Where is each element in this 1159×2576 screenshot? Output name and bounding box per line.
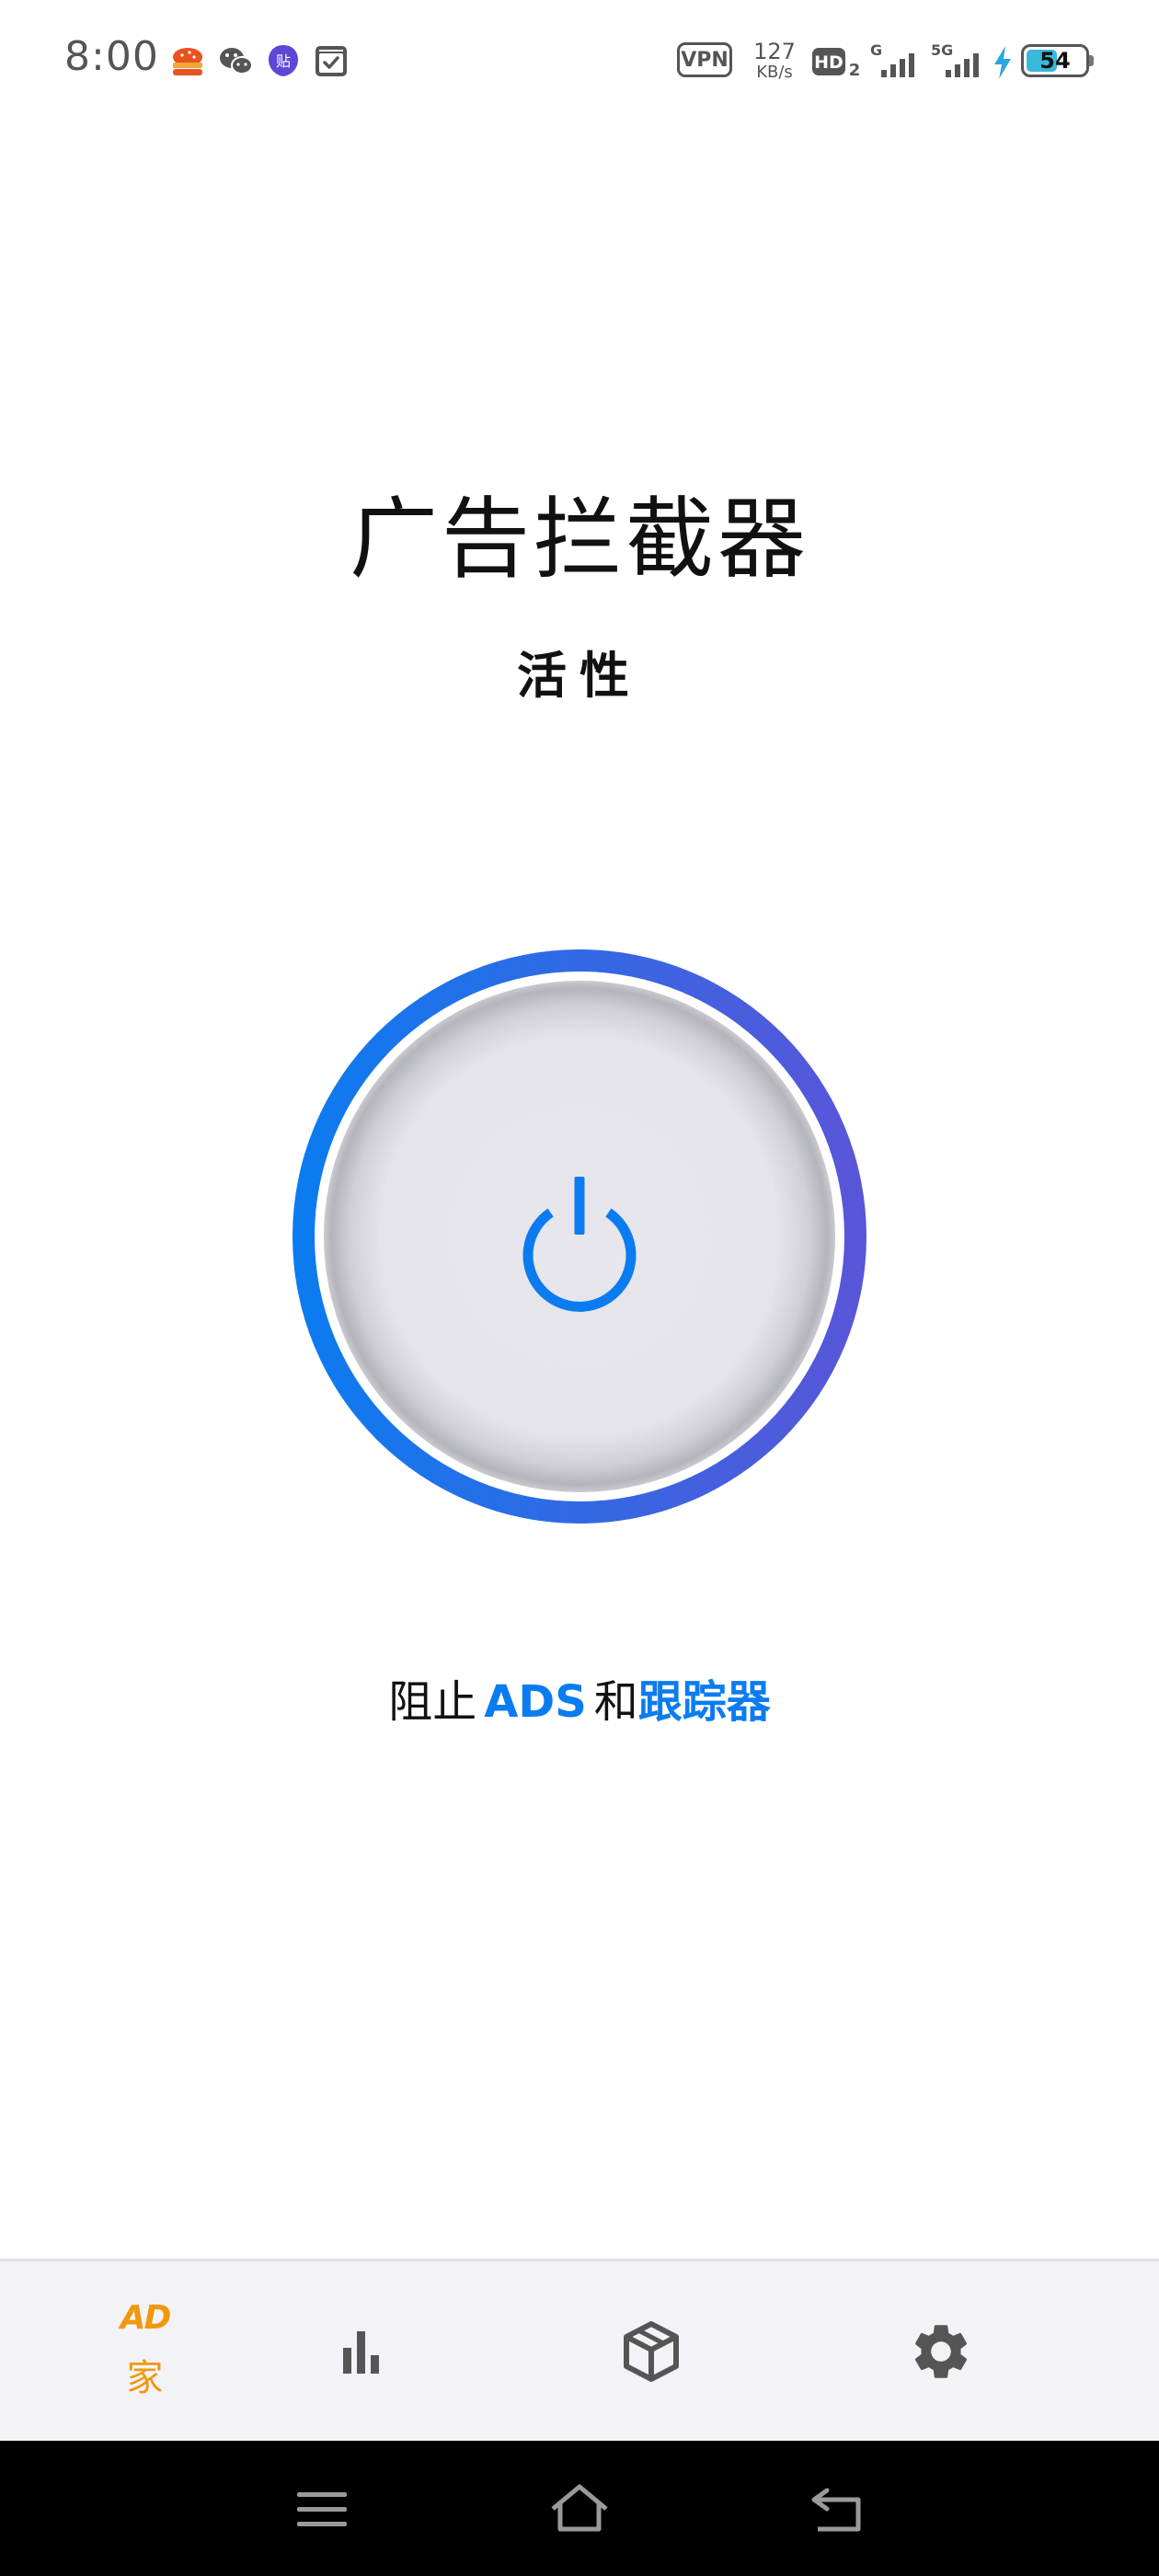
system-navigation-bar [0, 2441, 1159, 2576]
battery-indicator: 54 [1021, 44, 1089, 77]
signal-sim1-icon: G [870, 41, 914, 77]
status-bar: 8:00 贴 VPN 127 KB/s HD 2 G 5G 54 [0, 0, 1159, 120]
hd-voice-icon: HD 2 [812, 48, 861, 80]
gear-icon [914, 2324, 967, 2378]
hd-label: HD [814, 52, 843, 73]
menu-icon[interactable] [290, 2478, 354, 2542]
power-toggle-button[interactable] [290, 947, 869, 1526]
status-time: 8:00 [64, 33, 159, 80]
hd-sub-label: 2 [849, 61, 861, 80]
svg-text:贴: 贴 [276, 52, 291, 70]
wechat-icon [220, 48, 253, 75]
tagline-middle: 和 [593, 1676, 638, 1728]
network-speed: 127 KB/s [747, 40, 802, 81]
nav-item-settings[interactable] [869, 2261, 1159, 2441]
bar-chart-icon [342, 2330, 379, 2374]
network-speed-value: 127 [753, 39, 796, 64]
ad-logo-icon: AD [120, 2298, 172, 2337]
signal-sim2-icon: 5G [931, 41, 979, 77]
protection-status: 活性 [517, 647, 642, 705]
back-icon[interactable] [805, 2478, 869, 2542]
page-title: 广告拦截器 [350, 488, 809, 591]
battery-level: 54 [1039, 48, 1071, 74]
tagline: 阻止 ADS 和跟踪器 [0, 1665, 1159, 1730]
sim2-label: 5G [931, 41, 953, 59]
tagline-ads: ADS [484, 1676, 587, 1728]
network-speed-unit: KB/s [756, 63, 793, 82]
vpn-badge: VPN [677, 42, 732, 77]
burger-app-icon [173, 48, 202, 75]
charging-bolt-icon [994, 46, 1011, 79]
sim1-label: G [870, 41, 882, 59]
power-button-graphic [293, 949, 866, 1524]
bottom-navigation: AD 家 [0, 2259, 1159, 2441]
nav-item-home[interactable]: AD 家 [0, 2261, 290, 2441]
tie-app-icon: 贴 [269, 45, 298, 76]
nav-item-stats[interactable] [290, 2261, 580, 2441]
nav-item-packages[interactable] [580, 2261, 869, 2441]
home-icon[interactable] [547, 2478, 612, 2542]
tagline-trackers: 跟踪器 [637, 1676, 771, 1728]
nav-item-home-label: 家 [126, 2356, 164, 2399]
tagline-prefix: 阻止 [388, 1676, 477, 1728]
button-face [324, 981, 835, 1492]
package-box-icon [623, 2320, 679, 2382]
battery-tip [1089, 55, 1094, 66]
calendar-check-icon [316, 46, 347, 76]
